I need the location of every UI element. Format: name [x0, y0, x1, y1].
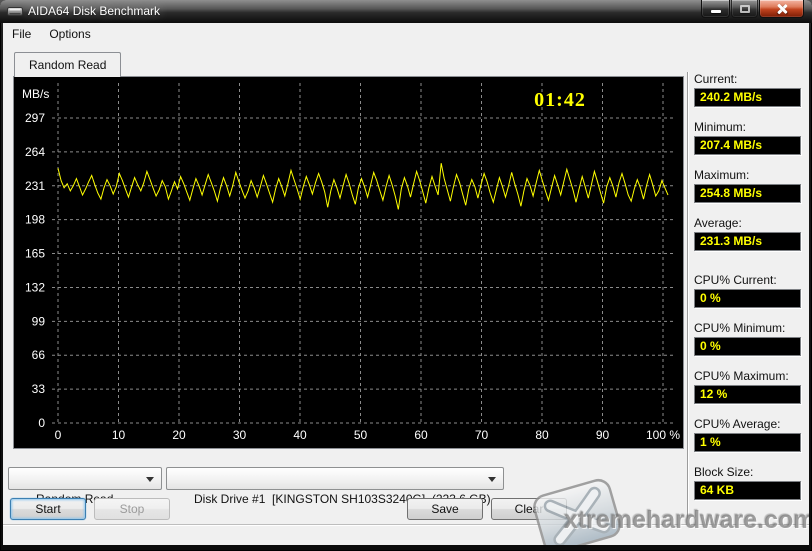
stop-button[interactable]: Stop — [94, 498, 170, 520]
stat-label: CPU% Average: — [694, 417, 781, 431]
minimize-icon — [711, 10, 721, 13]
stat-value: 0 % — [694, 337, 801, 356]
stat-value: 0 % — [694, 289, 801, 308]
stat-label: CPU% Current: — [694, 273, 777, 287]
stat-label: Average: — [694, 216, 742, 230]
menu-bar: File Options — [3, 23, 809, 45]
dropdown-arrow-icon — [146, 477, 154, 482]
stats-panel: Current: 240.2 MB/s Minimum: 207.4 MB/s … — [694, 72, 801, 500]
svg-text:297: 297 — [25, 111, 45, 125]
close-button[interactable] — [759, 0, 804, 18]
stat-cpu-minimum: CPU% Minimum: 0 % — [694, 321, 801, 356]
svg-text:MB/s: MB/s — [22, 87, 49, 101]
benchmark-chart: 0 10 20 30 40 50 60 70 80 90 100 % 297 264 231 198 165 1… — [13, 76, 684, 449]
maximize-icon — [740, 5, 750, 13]
stat-cpu-average: CPU% Average: 1 % — [694, 417, 801, 452]
start-button[interactable]: Start — [10, 498, 86, 520]
svg-text:0: 0 — [55, 428, 62, 442]
svg-text:198: 198 — [25, 213, 45, 227]
svg-text:90: 90 — [596, 428, 610, 442]
svg-text:66: 66 — [32, 348, 46, 362]
svg-text:40: 40 — [293, 428, 307, 442]
stat-value: 254.8 MB/s — [694, 184, 801, 203]
chart-canvas: 0 10 20 30 40 50 60 70 80 90 100 % 297 264 231 198 165 1… — [22, 83, 680, 442]
drive-select[interactable]: Disk Drive #1 [KINGSTON SH103S3240G] (22… — [166, 467, 504, 506]
stat-block-size: Block Size: 64 KB — [694, 465, 801, 500]
svg-text:01:42: 01:42 — [534, 89, 586, 111]
dropdown-arrow-icon — [488, 477, 496, 482]
tab-random-read[interactable]: Random Read — [14, 52, 122, 77]
app-icon disk-drive-icon — [7, 7, 23, 16]
app-window: AIDA64 Disk Benchmark File Options Rando… — [0, 0, 812, 551]
svg-text:30: 30 — [233, 428, 247, 442]
stat-label: Minimum: — [694, 120, 747, 134]
maximize-button[interactable] — [731, 0, 758, 18]
stat-label: CPU% Maximum: — [694, 369, 789, 383]
svg-text:165: 165 — [25, 247, 45, 261]
panel-divider — [687, 72, 689, 524]
svg-text:80: 80 — [535, 428, 549, 442]
svg-text:231: 231 — [25, 179, 45, 193]
stat-minimum: Minimum: 207.4 MB/s — [694, 120, 801, 155]
svg-text:0: 0 — [38, 416, 45, 430]
client-area: File Options Random Read 0 10 20 30 40 50 60 70… — [3, 23, 809, 545]
stat-value: 207.4 MB/s — [694, 136, 801, 155]
svg-text:33: 33 — [32, 382, 46, 396]
stat-label: Current: — [694, 72, 738, 86]
stat-value: 1 % — [694, 433, 801, 452]
benchmark-type-select[interactable]: Random Read — [8, 467, 162, 506]
clear-button[interactable]: Clear — [491, 498, 567, 520]
svg-text:100 %: 100 % — [646, 428, 680, 442]
status-bar — [3, 526, 809, 545]
stat-cpu-maximum: CPU% Maximum: 12 % — [694, 369, 801, 404]
stat-label: Block Size: — [694, 465, 754, 479]
stat-average: Average: 231.3 MB/s — [694, 216, 801, 251]
menu-options[interactable]: Options — [40, 24, 99, 44]
svg-text:20: 20 — [172, 428, 186, 442]
stat-label: Maximum: — [694, 168, 750, 182]
minimize-button[interactable] — [701, 0, 730, 18]
window-title: AIDA64 Disk Benchmark — [28, 4, 161, 18]
stat-cpu-current: CPU% Current: 0 % — [694, 273, 801, 308]
svg-text:264: 264 — [25, 145, 45, 159]
menu-file[interactable]: File — [3, 24, 40, 44]
svg-text:70: 70 — [475, 428, 489, 442]
stat-value: 231.3 MB/s — [694, 232, 801, 251]
stat-label: CPU% Minimum: — [694, 321, 786, 335]
stat-current: Current: 240.2 MB/s — [694, 72, 801, 107]
svg-text:50: 50 — [354, 428, 368, 442]
svg-text:60: 60 — [414, 428, 428, 442]
stat-value: 240.2 MB/s — [694, 88, 801, 107]
title-bar[interactable]: AIDA64 Disk Benchmark — [0, 0, 812, 23]
svg-text:10: 10 — [112, 428, 126, 442]
stat-maximum: Maximum: 254.8 MB/s — [694, 168, 801, 203]
stat-value: 12 % — [694, 385, 801, 404]
save-button[interactable]: Save — [407, 498, 483, 520]
svg-text:99: 99 — [32, 314, 46, 328]
stat-value: 64 KB — [694, 481, 801, 500]
close-icon — [776, 3, 788, 15]
svg-text:132: 132 — [25, 280, 45, 294]
